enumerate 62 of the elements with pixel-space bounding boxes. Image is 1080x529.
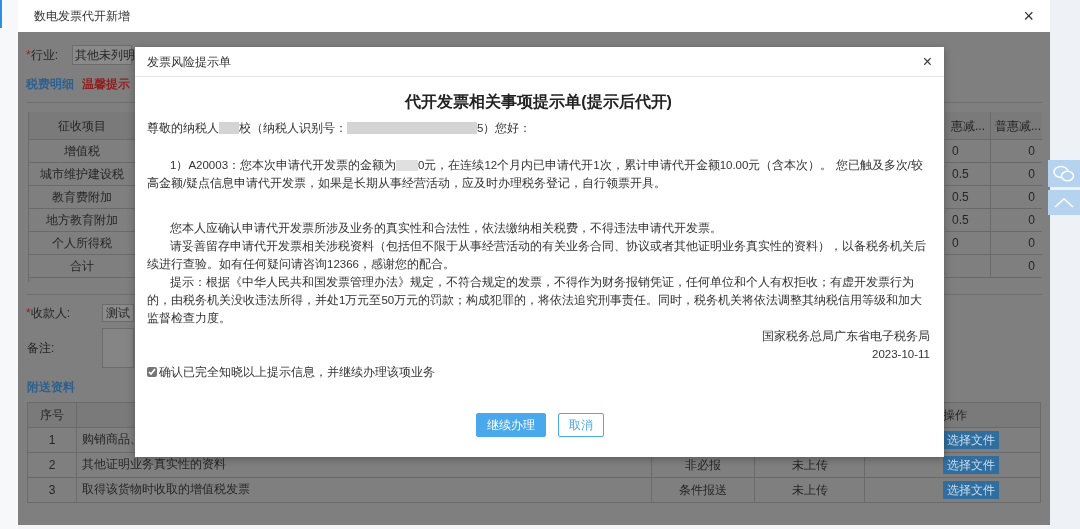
remark-textarea[interactable] [102, 328, 134, 368]
field-label: 备注: [27, 340, 56, 357]
table-cell-text: 0.5 [952, 189, 969, 206]
back-to-top-button[interactable] [1048, 190, 1080, 215]
table-cell-text: 0 [952, 143, 959, 160]
checkbox-label: 确认已完全知晓以上提示信息，并继续办理该项业务 [159, 365, 435, 380]
greeting-text: 5）您好： [477, 121, 532, 136]
column-header: 惠减... [950, 117, 986, 135]
choose-file-button[interactable]: 选择文件 [943, 481, 999, 499]
table-cell-text: 0 [1028, 166, 1035, 183]
table-cell-text: 0.5 [952, 212, 969, 229]
choose-file-button[interactable]: 选择文件 [943, 456, 999, 474]
table-cell-text: 0 [952, 235, 959, 252]
notice-paragraph: 您本人应确认申请代开发票所涉及业务的真实性和合法性，依法缴纳相关税费，不得违法申请代开发票。 [169, 221, 723, 236]
close-button[interactable]: × [922, 53, 932, 70]
greeting-text: 校（纳税人识别号： [239, 121, 347, 136]
table-cell-text: 购销商品、 [82, 432, 142, 448]
notice-text: 1）A20003：您本次申请代开发票的金额为 0元，在连续12个月内已申请代开1次，累计申请代开金额10.00元（含本次）。 您已触及多次/较高金额/疑点信息申请代开发票，如果是长期从事经营活动，应及时办理税务登记，自行领票开具。 [147, 158, 924, 191]
sidebar-edge [0, 0, 2, 28]
chat-bubbles-icon [1053, 164, 1075, 183]
table-cell-text: 其他证明业务真实性的资料 [82, 457, 226, 473]
greeting-text: 尊敬的纳税人 [147, 121, 219, 136]
payee-input[interactable]: 测试 [102, 304, 134, 322]
industry-select[interactable]: 其他未列明 [72, 45, 132, 65]
table-cell-text: 非必报 [685, 457, 721, 474]
table-cell-text: 0 [1028, 189, 1035, 206]
table-cell-text: 3 [48, 482, 56, 499]
confirm-checkbox[interactable] [147, 367, 157, 377]
column-header: 序号 [40, 407, 64, 424]
table-cell-text: 0 [1028, 235, 1035, 252]
signature-text: 国家税务总局广东省电子税务局 [761, 329, 930, 344]
column-header: 普惠减... [990, 112, 1040, 139]
table-cell-text: 2 [48, 457, 56, 474]
chat-button[interactable] [1048, 160, 1080, 187]
required-mark: * [26, 305, 31, 322]
up-chevron-icon [1054, 197, 1074, 208]
table-cell-text: 0 [1028, 258, 1035, 275]
column-header: 操作 [943, 407, 967, 424]
required-mark: * [26, 47, 31, 64]
table-cell-text: 0.5 [952, 166, 969, 183]
close-button[interactable]: × [1023, 7, 1034, 25]
continue-button[interactable]: 继续办理 [475, 413, 546, 437]
notice-paragraph: 提示：根据《中华人民共和国发票管理办法》规定，不符合规定的发票，不得作为财务报销凭证，任何单位和个人有权拒收；有虚开发票行为的，由税务机关没收违法所得，并处1万元至50万元的罚款；构成犯罪的，将依法追究刑事责任。同时，税务机关将依法调整其纳税信用等级和加大监督检查力度。 [147, 275, 924, 326]
table-cell-text: 0 [1028, 212, 1035, 229]
table-cell-text: 取得该货物时收取的增值税发票 [82, 482, 250, 498]
table-cell-text: 未上传 [791, 457, 828, 474]
date-text: 2023-10-11 [871, 347, 930, 362]
notice-heading: 代开发票相关事项提示单(提示后代开) [403, 92, 673, 112]
redaction-block [219, 122, 239, 134]
notice-paragraph: 请妥善留存申请代开发票相关涉税资料（包括但不限于从事经营活动的有关业务合同、协议或者其他证明业务真实性的资料），以备税务机关后续进行查验。如有任何疑问请咨询12366，感谢您的配合。 [147, 239, 927, 272]
table-cell-text: 条件报送 [679, 482, 727, 499]
field-label: 行业: [30, 47, 58, 64]
table-cell-text: 1 [48, 432, 56, 449]
tab-link[interactable]: 温馨提示 [82, 76, 130, 94]
cancel-button[interactable]: 取消 [557, 413, 604, 437]
table-cell-text: 0 [1028, 143, 1035, 160]
column-header: 征收项目 [29, 112, 135, 140]
field-label: 收款人: [30, 305, 70, 322]
choose-file-button[interactable]: 选择文件 [943, 431, 999, 449]
dialog-title: 发票风险提示单 [147, 53, 231, 71]
table-cell-text: 未上传 [791, 482, 828, 499]
window-title: 数电发票代开新增 [34, 8, 130, 25]
